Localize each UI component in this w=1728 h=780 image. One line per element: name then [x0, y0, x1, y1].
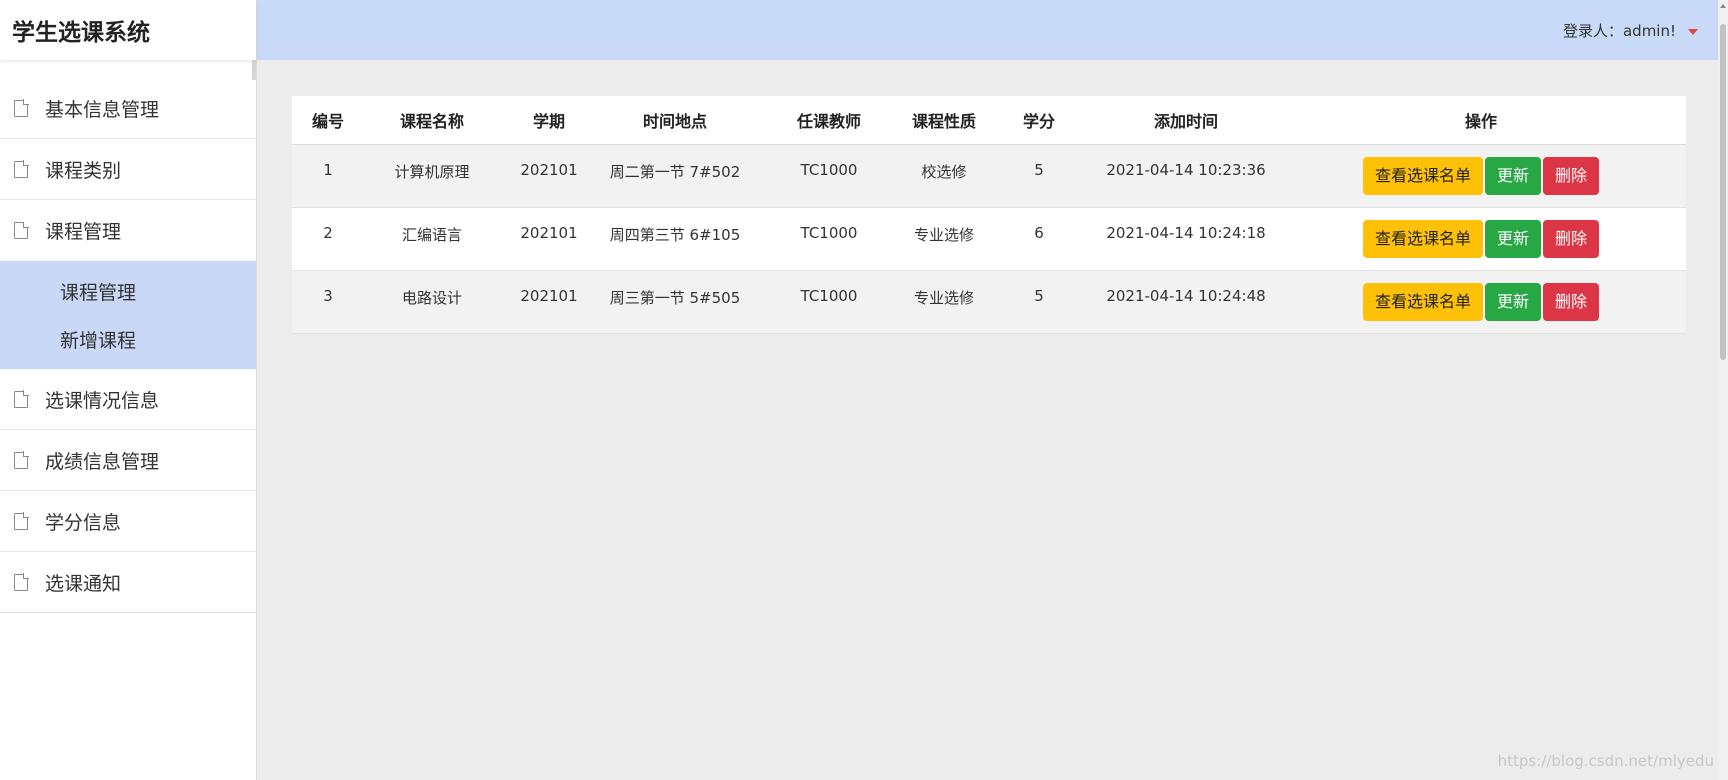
- file-icon: [14, 573, 29, 591]
- cell-actions: 查看选课名单 更新 删除: [1276, 144, 1686, 208]
- cell-time-place: 周四第三节 6#105: [598, 207, 752, 271]
- view-roster-button[interactable]: 查看选课名单: [1362, 156, 1483, 195]
- table-header-row: 编号 课程名称 学期 时间地点 任课教师 课程性质 学分 添加时间 操作: [292, 96, 1686, 145]
- cell-term: 202101: [500, 270, 598, 334]
- sidebar-submenu: 课程管理 新增课程: [0, 261, 256, 369]
- cell-time-place: 周三第一节 5#505: [598, 270, 752, 334]
- watermark: https://blog.csdn.net/mlyedu: [1497, 752, 1714, 770]
- sidebar-item-label: 选课通知: [45, 572, 122, 595]
- cell-credit: 5: [982, 144, 1096, 208]
- app-title: 学生选课系统: [0, 0, 256, 60]
- column-header-id: 编号: [292, 96, 364, 145]
- scrollbar-thumb[interactable]: [1720, 24, 1726, 360]
- cell-added-time: 2021-04-14 10:24:18: [1096, 207, 1276, 271]
- cell-credit: 5: [982, 270, 1096, 334]
- cell-added-time: 2021-04-14 10:24:48: [1096, 270, 1276, 334]
- table-row: 1 计算机原理 202101 周二第一节 7#502 TC1000 校选修 5 …: [292, 144, 1686, 208]
- column-header-course-type: 课程性质: [906, 96, 982, 145]
- sidebar-item-label: 选课情况信息: [45, 389, 160, 412]
- cell-actions: 查看选课名单 更新 删除: [1276, 270, 1686, 334]
- course-table: 编号 课程名称 学期 时间地点 任课教师 课程性质 学分 添加时间 操作 1 计…: [292, 96, 1686, 334]
- column-header-time-place: 时间地点: [598, 96, 752, 145]
- update-button[interactable]: 更新: [1484, 156, 1541, 195]
- update-button[interactable]: 更新: [1484, 282, 1541, 321]
- course-table-panel: 编号 课程名称 学期 时间地点 任课教师 课程性质 学分 添加时间 操作 1 计…: [292, 96, 1686, 334]
- sidebar-item-course-management[interactable]: 课程管理: [0, 200, 256, 261]
- sidebar: 学生选课系统 基本信息管理 课程类别 课程管理 课程管理 新增课程 选课情况信息…: [0, 0, 257, 780]
- sidebar-item-label: 课程管理: [45, 221, 122, 243]
- table-row: 3 电路设计 202101 周三第一节 5#505 TC1000 专业选修 5 …: [292, 270, 1686, 334]
- sidebar-item-label: 课程类别: [45, 159, 122, 182]
- cell-id: 2: [292, 207, 364, 271]
- column-header-course-name: 课程名称: [364, 96, 500, 145]
- file-icon: [14, 160, 29, 178]
- cell-term: 202101: [500, 144, 598, 208]
- user-menu[interactable]: 登录人：admin!: [1563, 20, 1698, 41]
- cell-id: 1: [292, 144, 364, 208]
- file-icon: [14, 99, 29, 117]
- table-row: 2 汇编语言 202101 周四第三节 6#105 TC1000 专业选修 6 …: [292, 207, 1686, 271]
- delete-button[interactable]: 删除: [1543, 282, 1600, 321]
- cell-course-type: 校选修: [906, 144, 982, 208]
- sidebar-scrollbar[interactable]: [252, 60, 256, 80]
- sidebar-item-credit-info[interactable]: 学分信息: [0, 491, 256, 552]
- delete-button[interactable]: 删除: [1543, 156, 1600, 195]
- column-header-actions: 操作: [1276, 96, 1686, 145]
- cell-teacher: TC1000: [752, 207, 906, 271]
- file-icon: [14, 221, 29, 239]
- scroll-up-arrow-icon[interactable]: [1720, 4, 1726, 8]
- cell-course-type: 专业选修: [906, 207, 982, 271]
- update-button[interactable]: 更新: [1484, 219, 1541, 258]
- file-icon: [14, 451, 29, 469]
- sidebar-item-grade-management[interactable]: 成绩信息管理: [0, 430, 256, 491]
- sidebar-item-label: 成绩信息管理: [45, 450, 160, 473]
- sidebar-item-label: 学分信息: [45, 511, 122, 534]
- cell-added-time: 2021-04-14 10:23:36: [1096, 144, 1276, 208]
- sidebar-item-selection-notice[interactable]: 选课通知: [0, 552, 256, 613]
- cell-teacher: TC1000: [752, 144, 906, 208]
- file-icon: [14, 390, 29, 408]
- view-roster-button[interactable]: 查看选课名单: [1362, 219, 1483, 258]
- cell-id: 3: [292, 270, 364, 334]
- column-header-term: 学期: [500, 96, 598, 145]
- column-header-credit: 学分: [982, 96, 1096, 145]
- cell-teacher: TC1000: [752, 270, 906, 334]
- cell-course-type: 专业选修: [906, 270, 982, 334]
- sidebar-item-course-category[interactable]: 课程类别: [0, 139, 256, 200]
- sidebar-item-basic-info[interactable]: 基本信息管理: [0, 78, 256, 139]
- cell-credit: 6: [982, 207, 1096, 271]
- page-scrollbar[interactable]: [1718, 0, 1728, 780]
- sidebar-menu: 基本信息管理 课程类别 课程管理 课程管理 新增课程 选课情况信息 成绩信息管理…: [0, 78, 256, 613]
- sidebar-item-selection-info[interactable]: 选课情况信息: [0, 369, 256, 430]
- cell-term: 202101: [500, 207, 598, 271]
- column-header-teacher: 任课教师: [752, 96, 906, 145]
- top-bar: 登录人：admin!: [257, 0, 1728, 60]
- delete-button[interactable]: 删除: [1543, 219, 1600, 258]
- submenu-item-add-course[interactable]: 新增课程: [0, 315, 256, 363]
- sidebar-item-label: 基本信息管理: [45, 98, 160, 121]
- cell-time-place: 周二第一节 7#502: [598, 144, 752, 208]
- user-label: 登录人：admin!: [1562, 22, 1676, 40]
- submenu-item-course-management[interactable]: 课程管理: [0, 267, 256, 315]
- chevron-down-icon: [1688, 28, 1698, 35]
- cell-course-name: 计算机原理: [364, 144, 500, 208]
- cell-actions: 查看选课名单 更新 删除: [1276, 207, 1686, 271]
- cell-course-name: 汇编语言: [364, 207, 500, 271]
- file-icon: [14, 512, 29, 530]
- cell-course-name: 电路设计: [364, 270, 500, 334]
- column-header-added-time: 添加时间: [1096, 96, 1276, 145]
- view-roster-button[interactable]: 查看选课名单: [1362, 282, 1483, 321]
